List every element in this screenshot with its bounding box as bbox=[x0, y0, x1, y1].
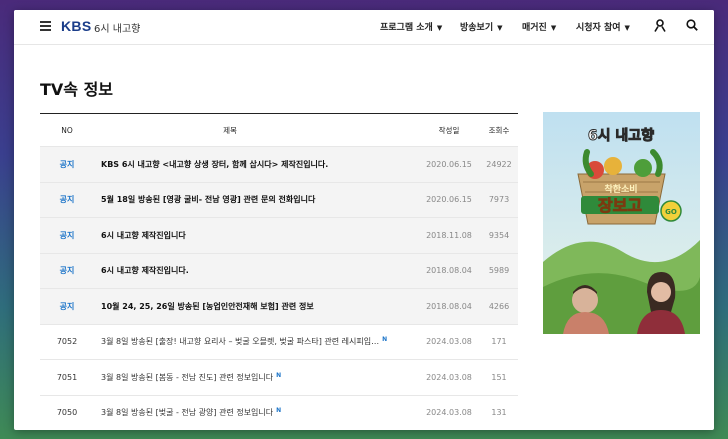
page-title: TV속 정보 bbox=[40, 80, 114, 99]
post-title-link[interactable]: 6시 내고향 제작진입니다. bbox=[101, 265, 189, 276]
chevron-down-icon: ▼ bbox=[497, 24, 503, 32]
post-title-link[interactable]: 10월 24, 25, 26일 방송된 [농업인안전재해 보험] 관련 정보 bbox=[101, 301, 314, 312]
col-header-title: 제목 bbox=[223, 125, 237, 135]
nav-item-magazine[interactable]: 매거진 ▼ bbox=[522, 20, 556, 33]
nav-item-watch[interactable]: 방송보기 ▼ bbox=[460, 20, 503, 33]
promo-banner-illustration: 6시 내고향 착한소비 장보고 GO bbox=[543, 112, 700, 334]
post-title-cell: 6시 내고향 제작진입니다. bbox=[101, 254, 431, 289]
menu-icon[interactable] bbox=[40, 21, 51, 31]
search-icon[interactable] bbox=[686, 19, 698, 31]
post-date: 2018.11.08 bbox=[426, 230, 472, 240]
chevron-down-icon: ▼ bbox=[624, 24, 630, 32]
post-title-cell: 10월 24, 25, 26일 방송된 [농업인안전재해 보험] 관련 정보 bbox=[101, 289, 431, 324]
row-number: 7051 bbox=[56, 372, 78, 382]
new-badge: N bbox=[276, 407, 282, 415]
notice-row[interactable]: 공지 6시 내고향 제작진입니다 2018.11.08 9354 bbox=[40, 218, 518, 254]
post-title-cell: 3월 8일 방송된 [봄동 - 전남 진도] 관련 정보입니다 N bbox=[101, 360, 431, 395]
post-title-cell: 5월 18일 방송된 [영광 굴비- 전남 영광] 관련 문의 전화입니다 bbox=[101, 183, 431, 218]
new-badge: N bbox=[382, 336, 388, 344]
row-number: 공지 bbox=[59, 159, 75, 169]
post-title-link[interactable]: 3월 8일 방송된 [봄동 - 전남 진도] 관련 정보입니다 bbox=[101, 372, 273, 383]
nav-label: 방송보기 bbox=[460, 23, 494, 33]
post-date: 2024.03.08 bbox=[426, 372, 472, 382]
table-row[interactable]: 7052 3월 8일 방송된 [출장! 내고향 요리사 – 벚굴 오믈렛, 벚굴 … bbox=[40, 325, 518, 360]
nav-item-program-intro[interactable]: 프로그램 소개 ▼ bbox=[380, 20, 442, 33]
post-date: 2020.06.15 bbox=[426, 195, 472, 205]
kbs-logo[interactable]: KBS bbox=[61, 18, 91, 34]
post-date: 2020.06.15 bbox=[426, 159, 472, 169]
banner-go: GO bbox=[665, 208, 677, 216]
promo-banner[interactable]: 6시 내고향 착한소비 장보고 GO bbox=[543, 112, 700, 334]
post-date: 2018.08.04 bbox=[426, 301, 472, 311]
chevron-down-icon: ▼ bbox=[436, 24, 443, 32]
view-count: 151 bbox=[491, 372, 507, 382]
nav-label: 시청자 참여 bbox=[576, 23, 621, 33]
row-number: 공지 bbox=[59, 266, 75, 276]
row-number: 공지 bbox=[59, 301, 75, 311]
banner-badge: 6시 내고향 bbox=[588, 127, 654, 144]
new-badge: N bbox=[276, 371, 282, 379]
post-title-cell: KBS 6시 내고향 <내고향 상생 장터, 함께 삽시다> 제작진입니다. bbox=[101, 147, 431, 182]
post-date: 2024.03.08 bbox=[426, 337, 472, 347]
col-header-views: 조회수 bbox=[488, 125, 510, 135]
post-title-cell: 3월 8일 방송된 [벚굴 - 전남 광양] 관련 정보입니다 N bbox=[101, 396, 431, 431]
banner-subtitle: 착한소비 bbox=[604, 183, 637, 195]
notice-row[interactable]: 공지 10월 24, 25, 26일 방송된 [농업인안전재해 보험] 관련 정보… bbox=[40, 289, 518, 325]
view-count: 5989 bbox=[488, 266, 510, 276]
user-icon[interactable] bbox=[654, 19, 666, 32]
row-number: 공지 bbox=[59, 195, 75, 205]
row-number: 공지 bbox=[59, 230, 75, 240]
view-count: 171 bbox=[491, 337, 507, 347]
browser-page: KBS 6시 내고향 프로그램 소개 ▼ 방송보기 ▼ 매거진 ▼ 시청자 참여 ▼ T… bbox=[14, 10, 714, 430]
post-title-link[interactable]: KBS 6시 내고향 <내고향 상생 장터, 함께 삽시다> 제작진입니다. bbox=[101, 159, 328, 170]
post-date: 2018.08.04 bbox=[426, 266, 472, 276]
post-title-link[interactable]: 6시 내고향 제작진입니다 bbox=[101, 230, 186, 241]
nav-label: 매거진 bbox=[522, 23, 547, 33]
table-body: 공지 KBS 6시 내고향 <내고향 상생 장터, 함께 삽시다> 제작진입니다.… bbox=[40, 147, 518, 430]
post-title-link[interactable]: 3월 8일 방송된 [벚굴 - 전남 광양] 관련 정보입니다 bbox=[101, 407, 273, 418]
table-row[interactable]: 7050 3월 8일 방송된 [벚굴 - 전남 광양] 관련 정보입니다 N 2024… bbox=[40, 396, 518, 431]
chevron-down-icon: ▼ bbox=[550, 24, 557, 32]
table-header-row: NO 제목 작성일 조회수 bbox=[40, 114, 518, 147]
banner-title: 장보고 bbox=[598, 196, 642, 215]
notice-row[interactable]: 공지 KBS 6시 내고향 <내고향 상생 장터, 함께 삽시다> 제작진입니다.… bbox=[40, 147, 518, 183]
notice-row[interactable]: 공지 5월 18일 방송된 [영광 굴비- 전남 영광] 관련 문의 전화입니다 2… bbox=[40, 182, 518, 218]
col-header-date: 작성일 bbox=[438, 125, 460, 135]
view-count: 131 bbox=[491, 408, 507, 418]
nav-item-viewer-participation[interactable]: 시청자 참여 ▼ bbox=[576, 20, 630, 33]
top-navigation-bar: KBS 6시 내고향 프로그램 소개 ▼ 방송보기 ▼ 매거진 ▼ 시청자 참여 ▼ bbox=[14, 10, 714, 45]
post-title-link[interactable]: 5월 18일 방송된 [영광 굴비- 전남 영광] 관련 문의 전화입니다 bbox=[101, 194, 315, 205]
program-name[interactable]: 6시 내고향 bbox=[94, 20, 140, 35]
row-number: 7050 bbox=[56, 408, 78, 418]
post-title-link[interactable]: 3월 8일 방송된 [출장! 내고향 요리사 – 벚굴 오믈렛, 벚굴 파스타]… bbox=[101, 336, 379, 347]
notice-row[interactable]: 공지 6시 내고향 제작진입니다. 2018.08.04 5989 bbox=[40, 253, 518, 289]
post-title-cell: 3월 8일 방송된 [출장! 내고향 요리사 – 벚굴 오믈렛, 벚굴 파스타]… bbox=[101, 325, 431, 360]
view-count: 7973 bbox=[488, 195, 510, 205]
post-title-cell: 6시 내고향 제작진입니다 bbox=[101, 218, 431, 253]
view-count: 24922 bbox=[486, 159, 512, 169]
info-board-table: NO 제목 작성일 조회수 공지 KBS 6시 내고향 <내고향 상생 장터, 함… bbox=[40, 113, 518, 430]
post-date: 2024.03.08 bbox=[426, 408, 472, 418]
row-number: 7052 bbox=[56, 337, 78, 347]
view-count: 9354 bbox=[488, 230, 510, 240]
view-count: 4266 bbox=[488, 301, 510, 311]
nav-label: 프로그램 소개 bbox=[380, 23, 433, 33]
table-row[interactable]: 7051 3월 8일 방송된 [봄동 - 전남 진도] 관련 정보입니다 N 2024… bbox=[40, 360, 518, 396]
